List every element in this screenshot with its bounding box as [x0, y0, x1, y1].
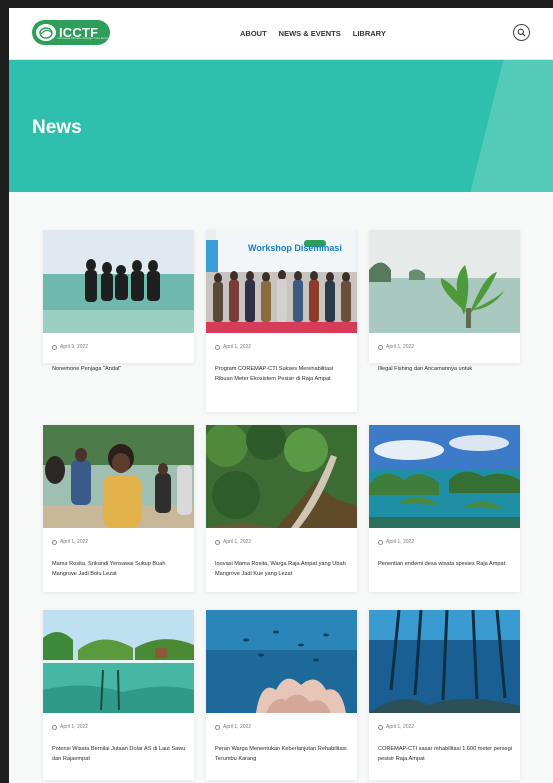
news-date: April 1, 2022: [378, 344, 414, 350]
news-image[interactable]: Workshop Diseminasi: [206, 230, 357, 333]
news-title[interactable]: COREMAP-CTI sasar rehabilitasi 1.600 met…: [378, 744, 512, 764]
clock-icon: [52, 344, 57, 350]
news-image[interactable]: [43, 425, 194, 528]
news-title[interactable]: Mama Rosita, Srikandi Yensawai Sukup Bua…: [52, 559, 186, 579]
page-hero: News: [9, 60, 553, 192]
clock-icon: [215, 344, 220, 350]
news-title[interactable]: Potensi Wisata Bernilai Jutaan Dolar AS …: [52, 744, 186, 764]
search-icon: [517, 28, 526, 37]
news-card[interactable]: April 9, 2022 Nonemone Penjaga "Andal": [43, 230, 194, 372]
news-date: April 9, 2022: [52, 344, 88, 350]
nav-news-events[interactable]: NEWS & EVENTS: [279, 29, 341, 38]
clock-icon: [215, 724, 220, 730]
nav-library[interactable]: LIBRARY: [353, 29, 386, 38]
page-title: News: [32, 117, 82, 138]
news-title[interactable]: Program COREMAP-CTI Sukses Merehabilitas…: [215, 364, 349, 384]
news-image[interactable]: [43, 230, 194, 333]
news-card[interactable]: April 1, 2022 Potensi Wisata Bernilai Ju…: [43, 610, 194, 780]
clock-icon: [52, 724, 57, 730]
search-button[interactable]: [513, 24, 530, 41]
news-card[interactable]: April 1, 2022 Inovasi Mama Rosita, Warga…: [206, 425, 357, 592]
browser-page: ICCTF Indonesia Climate Change Trust Fun…: [9, 8, 553, 783]
clock-icon: [378, 344, 383, 350]
logo-subtitle: Indonesia Climate Change Trust Fund: [57, 36, 108, 40]
nav-about[interactable]: ABOUT: [240, 29, 267, 38]
news-title[interactable]: Nonemone Penjaga "Andal": [52, 364, 186, 374]
news-card[interactable]: April 1, 2022 COREMAP-CTI sasar rehabili…: [369, 610, 520, 780]
news-image[interactable]: [43, 610, 194, 713]
news-date: April 1, 2022: [378, 724, 414, 730]
news-date: April 1, 2022: [52, 539, 88, 545]
news-date: April 1, 2022: [378, 539, 414, 545]
news-image[interactable]: [369, 610, 520, 713]
clock-icon: [378, 724, 383, 730]
news-date: April 1, 2022: [215, 724, 251, 730]
news-title[interactable]: Illegal Fishing dan Ancamannya untuk: [378, 364, 512, 374]
news-title[interactable]: Peran Warga Menentukan Keberlanjutan Reh…: [215, 744, 349, 764]
icctf-logo[interactable]: ICCTF Indonesia Climate Change Trust Fun…: [32, 20, 110, 45]
main-nav: ABOUT NEWS & EVENTS LIBRARY: [240, 29, 386, 38]
news-date: April 1, 2022: [52, 724, 88, 730]
news-image[interactable]: [206, 610, 357, 713]
news-card[interactable]: April 1, 2022 Penentian endemi desa wisa…: [369, 425, 520, 592]
site-header: ICCTF Indonesia Climate Change Trust Fun…: [9, 8, 553, 60]
news-card[interactable]: April 1, 2022 Peran Warga Menentukan Keb…: [206, 610, 357, 780]
hero-decoration: [470, 60, 553, 192]
news-card[interactable]: April 1, 2022 Mama Rosita, Srikandi Yens…: [43, 425, 194, 592]
news-date: April 1, 2022: [215, 539, 251, 545]
news-image[interactable]: [369, 230, 520, 333]
news-image[interactable]: [369, 425, 520, 528]
leaf-globe-icon: [36, 24, 56, 41]
news-image[interactable]: [206, 425, 357, 528]
news-card[interactable]: April 1, 2022 Illegal Fishing dan Ancama…: [369, 230, 520, 372]
clock-icon: [52, 539, 57, 545]
news-date: April 1, 2022: [215, 344, 251, 350]
news-card[interactable]: Workshop Diseminasi April 1, 2022 Progra…: [206, 230, 357, 412]
news-title[interactable]: Inovasi Mama Rosita, Warga Raja Ampat ya…: [215, 559, 349, 579]
clock-icon: [378, 539, 383, 545]
svg-text:Workshop Diseminasi: Workshop Diseminasi: [248, 243, 342, 253]
clock-icon: [215, 539, 220, 545]
news-title[interactable]: Penentian endemi desa wisata spesies Raj…: [378, 559, 512, 569]
